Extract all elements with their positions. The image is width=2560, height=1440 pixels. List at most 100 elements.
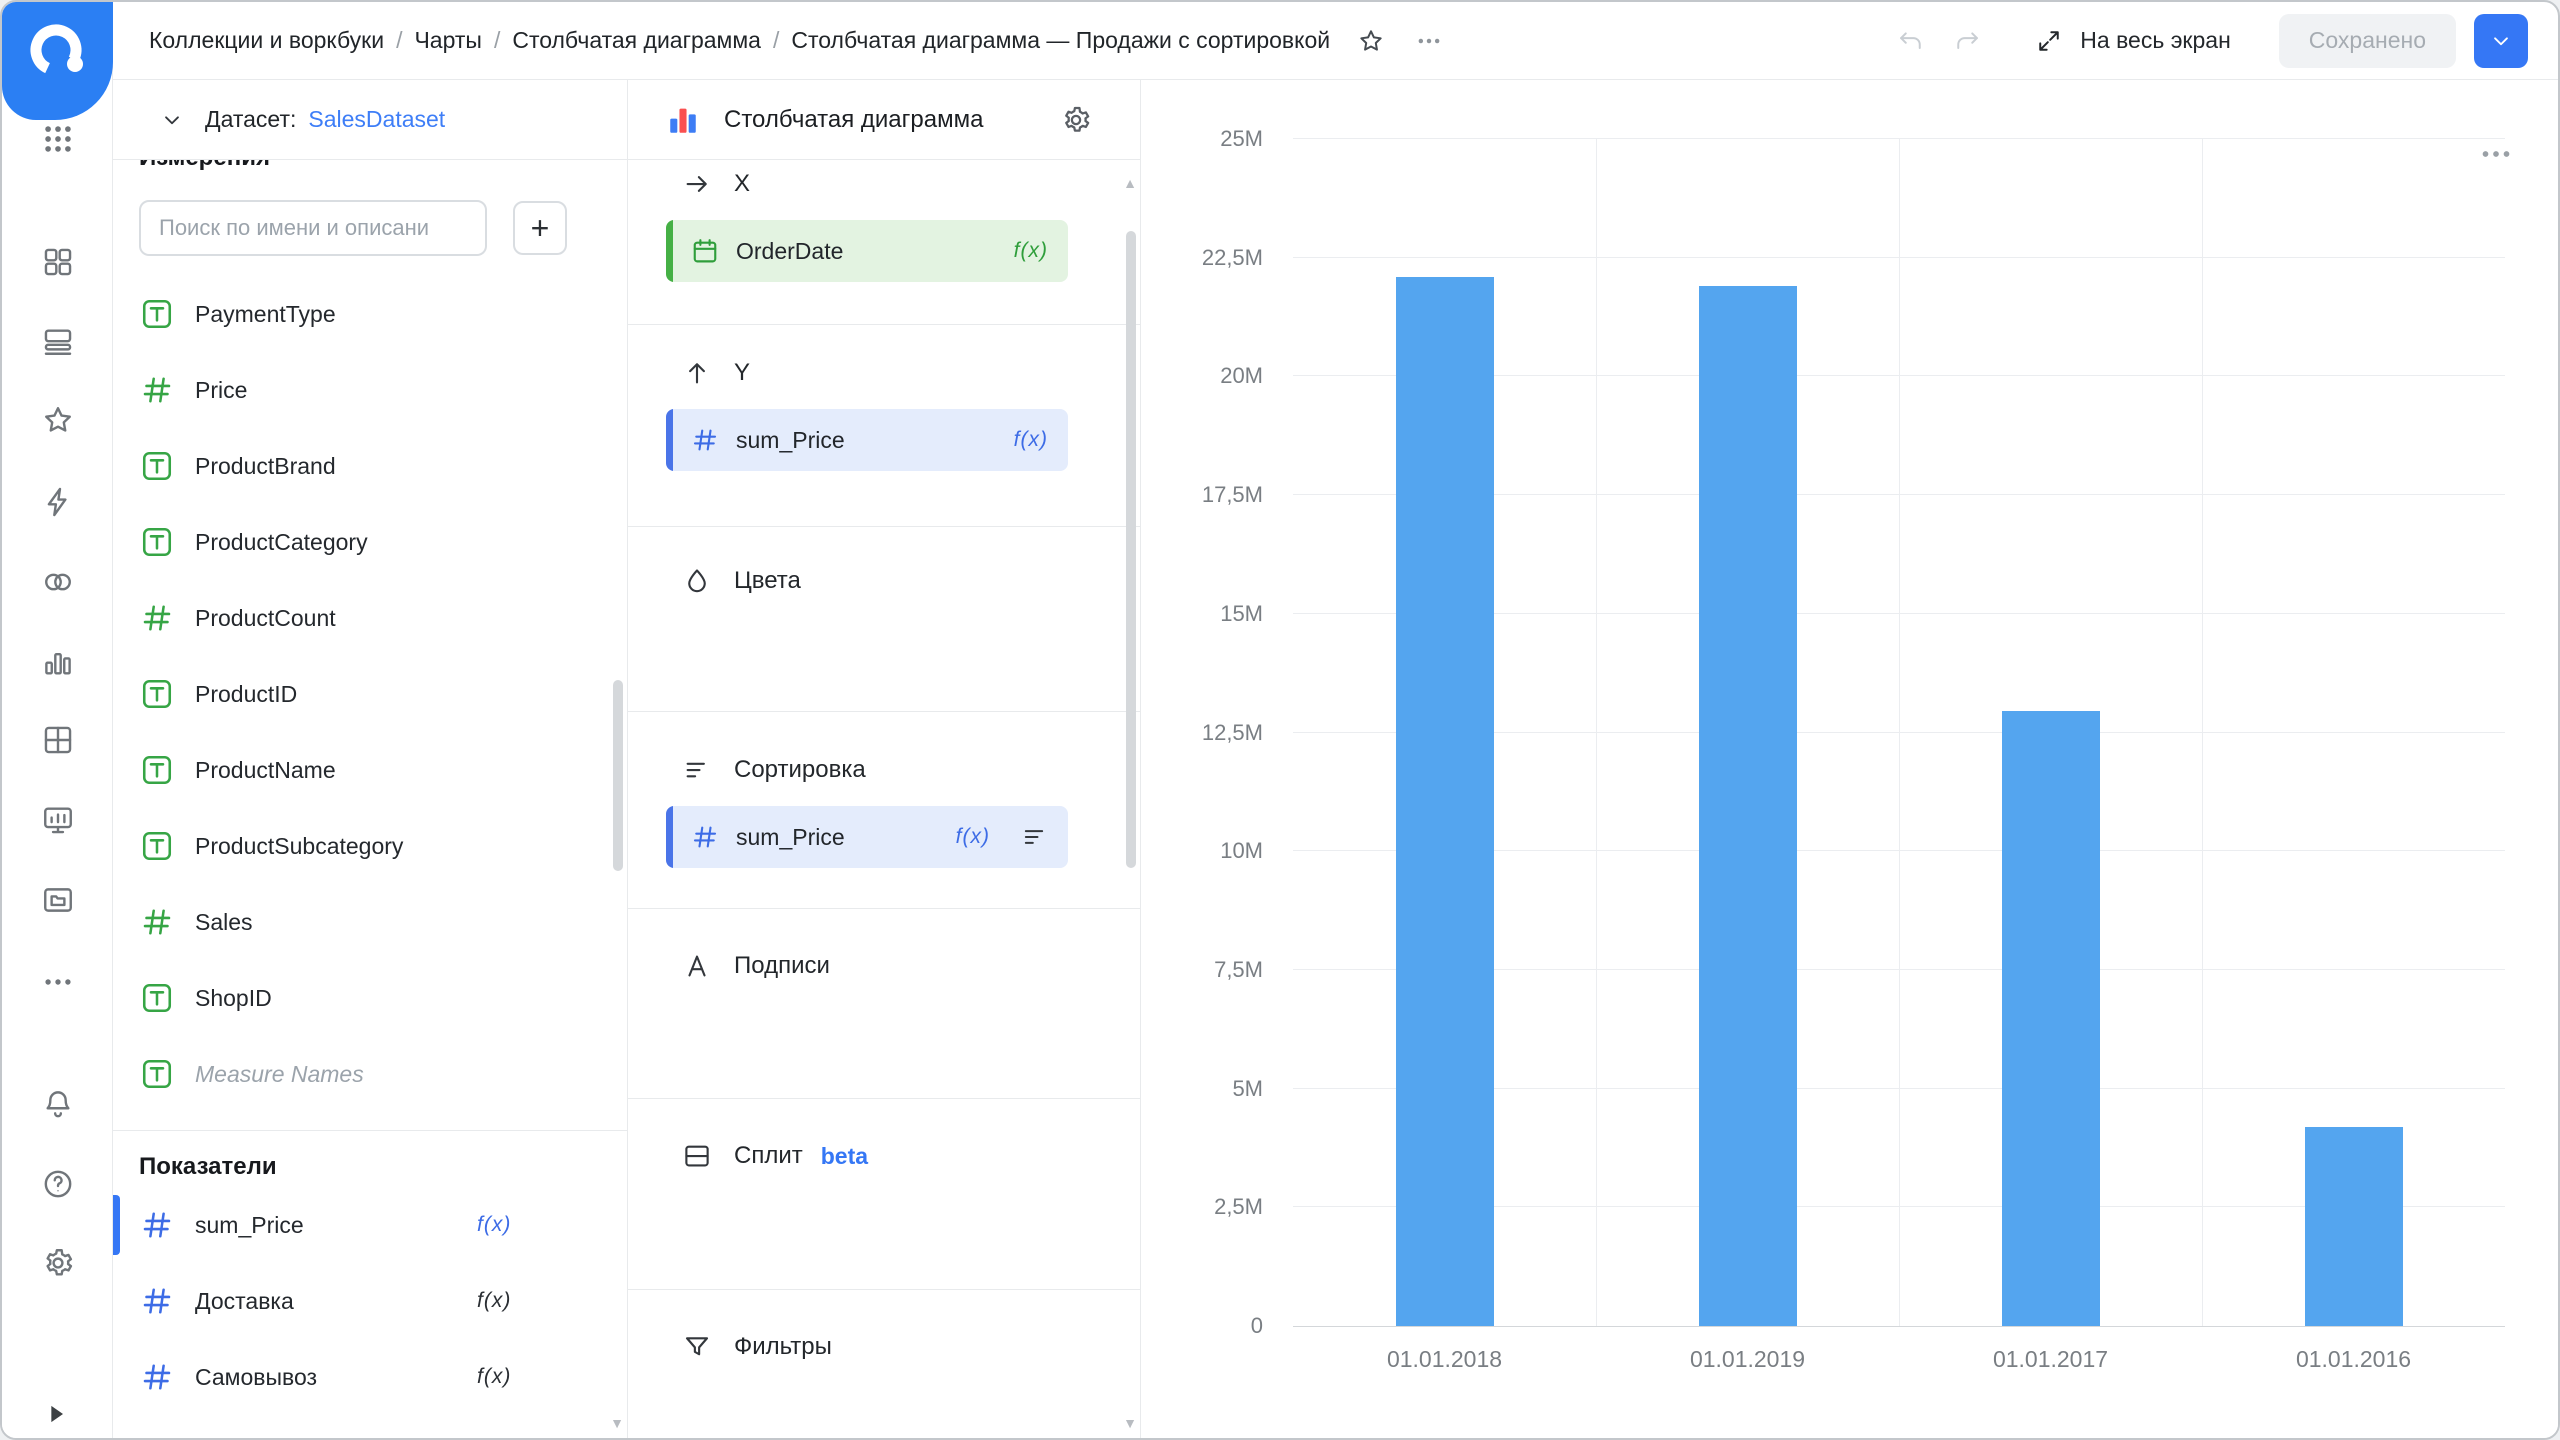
measure-field[interactable]: sum_Pricef(x) — [113, 1187, 627, 1263]
chart-area: 02,5M5M7,5M10M12,5M15M17,5M20M22,5M25M01… — [1141, 80, 2558, 1438]
dataset-field[interactable]: PaymentType — [113, 276, 627, 352]
number-type-icon — [139, 1283, 175, 1319]
more-actions-icon[interactable] — [1412, 24, 1446, 58]
dataset-field[interactable]: ProductName — [113, 732, 627, 808]
dataset-field[interactable]: ProductBrand — [113, 428, 627, 504]
field-search-input[interactable] — [139, 200, 487, 256]
breadcrumb-item[interactable]: Коллекции и воркбуки — [149, 27, 384, 54]
chart-settings-gear-icon[interactable] — [1060, 104, 1092, 136]
chart-type-title: Столбчатая диаграмма — [724, 106, 983, 134]
config-section-x: X OrderDatef(x) — [628, 160, 1140, 325]
y-axis-tick-label: 25M — [1220, 126, 1263, 152]
scroll-up-icon[interactable]: ▲ — [1123, 176, 1137, 190]
datalens-logo[interactable] — [2, 2, 113, 120]
measure-field[interactable]: Самовывозf(x) — [113, 1339, 627, 1415]
gear-icon[interactable] — [2, 1243, 113, 1283]
table-icon[interactable] — [2, 720, 113, 760]
y-axis-tick-label: 5M — [1232, 1076, 1263, 1102]
dataset-field[interactable]: ProductCategory — [113, 504, 627, 580]
field-chip[interactable]: sum_Pricef(x) — [666, 409, 1068, 471]
dataset-field[interactable]: Measure Names — [113, 1036, 627, 1112]
section-label: X — [734, 170, 750, 198]
string-type-icon — [139, 676, 175, 712]
config-section-сортировка: Сортировкаsum_Pricef(x) — [628, 712, 1140, 909]
collapse-rail-icon[interactable] — [42, 1400, 70, 1428]
x-axis-tick-label: 01.01.2017 — [1993, 1346, 2108, 1373]
field-name: Самовывоз — [195, 1364, 457, 1391]
section-label-row: Y — [628, 353, 1140, 393]
formula-icon: f(x) — [1014, 428, 1048, 452]
tiles-icon[interactable] — [2, 242, 113, 282]
favorite-star-icon[interactable] — [1354, 24, 1388, 58]
monitor-icon[interactable] — [2, 800, 113, 840]
redo-icon[interactable] — [1950, 24, 1984, 58]
dataset-scrollbar[interactable] — [613, 680, 623, 871]
string-type-icon — [139, 828, 175, 864]
config-section-сплит: Сплитbeta — [628, 1099, 1140, 1290]
chart-config-sections: X OrderDatef(x) Ysum_Pricef(x) ЦветаСортиро… — [628, 160, 1140, 1438]
field-name: ProductBrand — [195, 453, 336, 480]
bar[interactable] — [2305, 1127, 2403, 1326]
dataset-name-link[interactable]: SalesDataset — [308, 106, 445, 133]
undo-icon[interactable] — [1894, 24, 1928, 58]
y-axis-tick-label: 20M — [1220, 363, 1263, 389]
split-icon — [682, 1141, 712, 1171]
config-section-подписи: Подписи — [628, 909, 1140, 1099]
column-chart-type-icon[interactable] — [666, 103, 700, 137]
save-button[interactable]: Сохранено — [2279, 14, 2456, 68]
x-axis-tick-label: 01.01.2018 — [1387, 1346, 1502, 1373]
chart-config-panel: Столбчатая диаграмма X OrderDatef(x) Ysum_… — [628, 80, 1141, 1438]
field-chip[interactable]: sum_Pricef(x) — [666, 806, 1068, 868]
number-type-icon — [690, 425, 720, 455]
breadcrumb-item[interactable]: Чарты — [414, 27, 481, 54]
string-type-icon — [139, 448, 175, 484]
breadcrumb-separator: / — [773, 27, 779, 54]
dataset-field[interactable]: ProductCount — [113, 580, 627, 656]
y-axis-tick-label: 2,5M — [1214, 1194, 1263, 1220]
sort-order-icon[interactable] — [1020, 823, 1048, 851]
scroll-down-icon[interactable]: ▼ — [1123, 1416, 1137, 1430]
chart-plot: 02,5M5M7,5M10M12,5M15M17,5M20M22,5M25M01… — [1293, 139, 2505, 1327]
dataset-label: Датасет: — [205, 106, 296, 133]
bar[interactable] — [1699, 286, 1797, 1326]
scroll-down-icon[interactable]: ▼ — [610, 1416, 624, 1430]
bell-icon[interactable] — [2, 1084, 113, 1124]
dataset-field[interactable]: ProductID — [113, 656, 627, 732]
fullscreen-label[interactable]: На весь экран — [2080, 27, 2231, 54]
field-chip[interactable]: OrderDatef(x) — [666, 220, 1068, 282]
chevron-down-icon[interactable] — [159, 107, 185, 133]
bar[interactable] — [2002, 711, 2100, 1326]
breadcrumb-item[interactable]: Столбчатая диаграмма — [512, 27, 761, 54]
field-name: Measure Names — [195, 1061, 364, 1088]
y-axis-tick-label: 10M — [1220, 838, 1263, 864]
dataset-field[interactable]: ProductSubcategory — [113, 808, 627, 884]
x-axis-tick-label: 01.01.2019 — [1690, 1346, 1805, 1373]
config-scrollbar[interactable] — [1126, 231, 1136, 868]
apps-grid-icon[interactable] — [2, 119, 113, 159]
bolt-icon[interactable] — [2, 482, 113, 522]
bar[interactable] — [1396, 277, 1494, 1326]
breadcrumb-separator: / — [396, 27, 402, 54]
star-icon[interactable] — [2, 400, 113, 440]
formula-icon: f(x) — [477, 1289, 511, 1313]
fullscreen-icon[interactable] — [2032, 24, 2066, 58]
topbar-actions: На весь экран Сохранено — [1894, 14, 2528, 68]
dataset-field[interactable]: Price — [113, 352, 627, 428]
help-icon[interactable] — [2, 1164, 113, 1204]
section-label-row: Сплитbeta — [628, 1136, 1140, 1176]
breadcrumb-item[interactable]: Столбчатая диаграмма — Продажи с сортиро… — [791, 27, 1330, 54]
save-dropdown-button[interactable] — [2474, 14, 2528, 68]
rings-icon[interactable] — [2, 562, 113, 602]
layers-icon[interactable] — [2, 322, 113, 362]
y-axis-tick-label: 12,5M — [1202, 720, 1263, 746]
add-field-button[interactable]: + — [513, 201, 567, 255]
string-type-icon — [139, 980, 175, 1016]
y-axis-tick-label: 7,5M — [1214, 957, 1263, 983]
box-icon[interactable] — [2, 880, 113, 920]
bar-chart-icon[interactable] — [2, 642, 113, 682]
config-section-цвета: Цвета — [628, 527, 1140, 712]
dataset-field[interactable]: ShopID — [113, 960, 627, 1036]
dataset-field[interactable]: Sales — [113, 884, 627, 960]
measure-field[interactable]: Доставкаf(x) — [113, 1263, 627, 1339]
more-icon[interactable] — [2, 962, 113, 1002]
